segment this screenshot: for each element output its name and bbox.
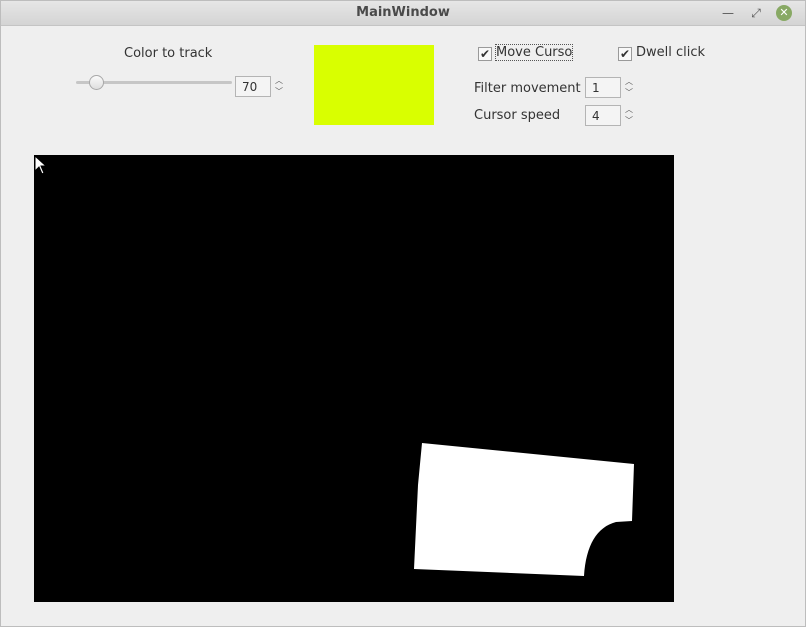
threshold-spinbox[interactable]: ︿ ﹀ bbox=[235, 76, 287, 97]
speed-arrows[interactable]: ︿ ﹀ bbox=[622, 105, 636, 126]
chevron-down-icon[interactable]: ﹀ bbox=[622, 116, 636, 126]
dwell-click-label: Dwell click bbox=[636, 45, 706, 60]
mouse-pointer-icon bbox=[34, 155, 48, 175]
checkmark-icon[interactable]: ✔ bbox=[618, 47, 632, 61]
mask-canvas bbox=[414, 443, 634, 576]
cursor-speed-spinbox[interactable]: ︿ ﹀ bbox=[585, 105, 637, 126]
chevron-up-icon[interactable]: ︿ bbox=[622, 77, 636, 87]
maximize-icon[interactable]: ⤢ bbox=[747, 4, 765, 22]
tracked-color-swatch[interactable] bbox=[314, 45, 434, 125]
chevron-down-icon[interactable]: ﹀ bbox=[622, 88, 636, 98]
checkmark-icon[interactable]: ✔ bbox=[478, 47, 492, 61]
color-to-track-label: Color to track bbox=[124, 46, 213, 61]
filter-movement-spinbox[interactable]: ︿ ﹀ bbox=[585, 77, 637, 98]
cursor-speed-input[interactable] bbox=[585, 105, 621, 126]
slider-handle[interactable] bbox=[89, 75, 104, 90]
threshold-input[interactable] bbox=[235, 76, 271, 97]
filter-movement-input[interactable] bbox=[585, 77, 621, 98]
minimize-icon[interactable]: — bbox=[719, 4, 737, 22]
threshold-slider[interactable] bbox=[76, 75, 232, 90]
tracked-blob bbox=[414, 443, 634, 576]
threshold-arrows[interactable]: ︿ ﹀ bbox=[272, 76, 286, 97]
move-cursor-label: Move Cursor bbox=[495, 44, 573, 61]
cursor-speed-label: Cursor speed bbox=[474, 108, 561, 123]
close-icon[interactable]: ✕ bbox=[776, 5, 792, 21]
chevron-down-icon[interactable]: ﹀ bbox=[272, 87, 286, 97]
move-cursor-checkbox[interactable]: ✔ Move Cursor bbox=[478, 44, 578, 63]
chevron-up-icon[interactable]: ︿ bbox=[622, 105, 636, 115]
title-bar[interactable]: MainWindow — ⤢ ✕ bbox=[1, 1, 805, 26]
window-title: MainWindow bbox=[356, 5, 450, 20]
filter-arrows[interactable]: ︿ ﹀ bbox=[622, 77, 636, 98]
dwell-click-checkbox[interactable]: ✔ Dwell click bbox=[618, 45, 708, 63]
chevron-up-icon[interactable]: ︿ bbox=[272, 76, 286, 86]
camera-mask-preview bbox=[34, 155, 674, 602]
main-window: MainWindow — ⤢ ✕ Color to track ︿ ﹀ ✔ Mo… bbox=[0, 0, 806, 627]
filter-movement-label: Filter movement bbox=[474, 81, 581, 96]
